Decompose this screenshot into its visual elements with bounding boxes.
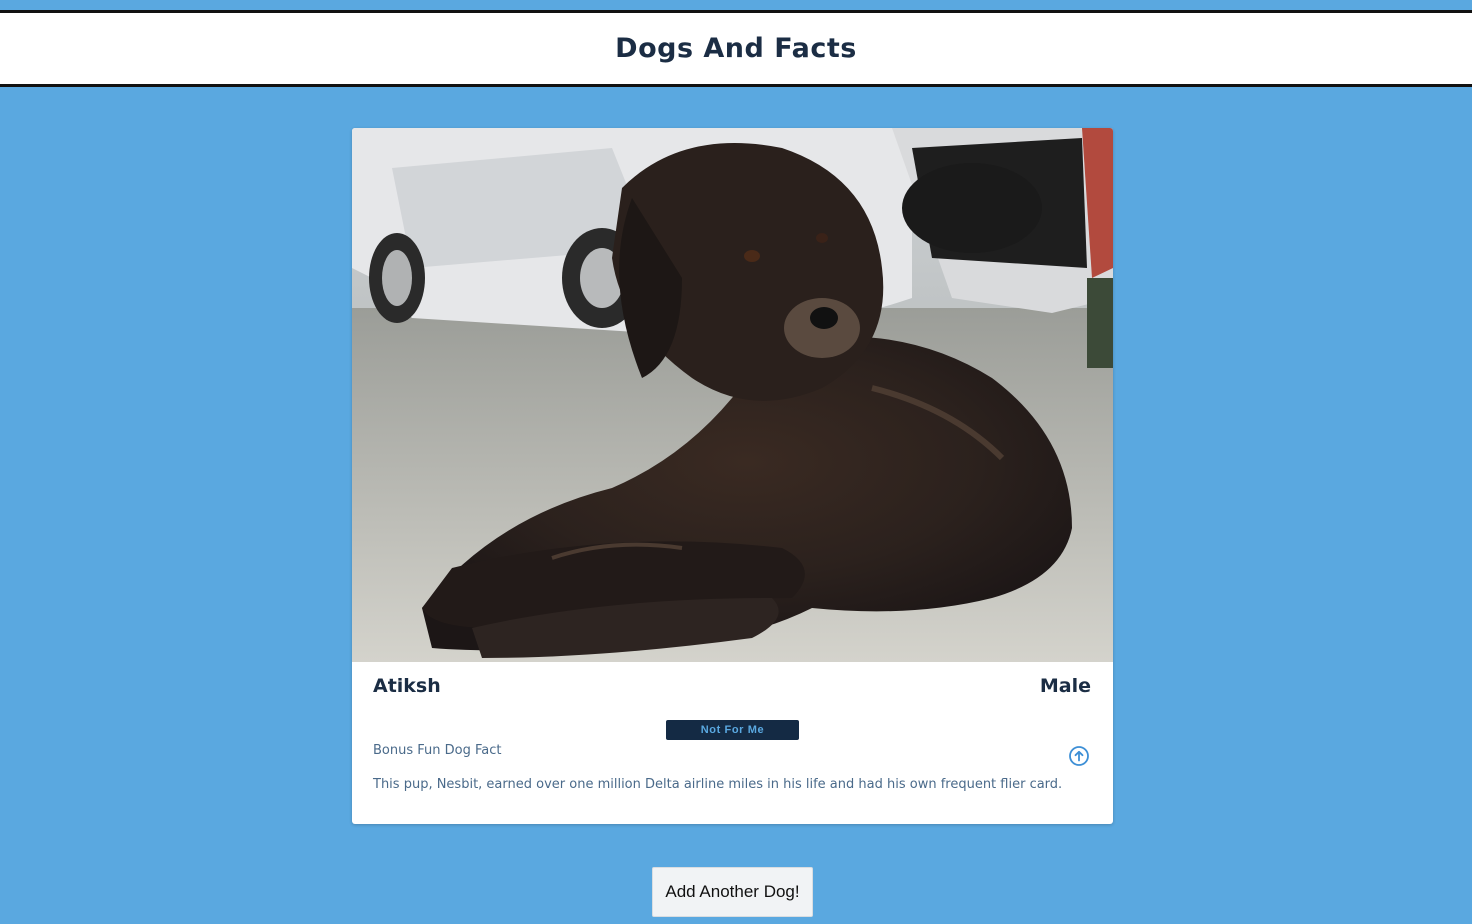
page-header: Dogs And Facts (0, 10, 1472, 87)
dog-gender: Male (1039, 675, 1091, 697)
dog-card: Atiksh Male Not For Me Bonus Fun Dog Fac… (352, 128, 1113, 824)
fact-text: This pup, Nesbit, earned over one millio… (373, 777, 1063, 792)
dog-photo (352, 128, 1113, 662)
add-another-dog-button[interactable]: Add Another Dog! (652, 867, 813, 917)
fact-label: Bonus Fun Dog Fact (373, 743, 502, 758)
not-for-me-button[interactable]: Not For Me (666, 720, 799, 740)
page-title: Dogs And Facts (615, 33, 857, 64)
arrow-up-circle-icon[interactable] (1068, 745, 1090, 767)
dog-name: Atiksh (373, 675, 441, 697)
top-strip (0, 0, 1472, 10)
